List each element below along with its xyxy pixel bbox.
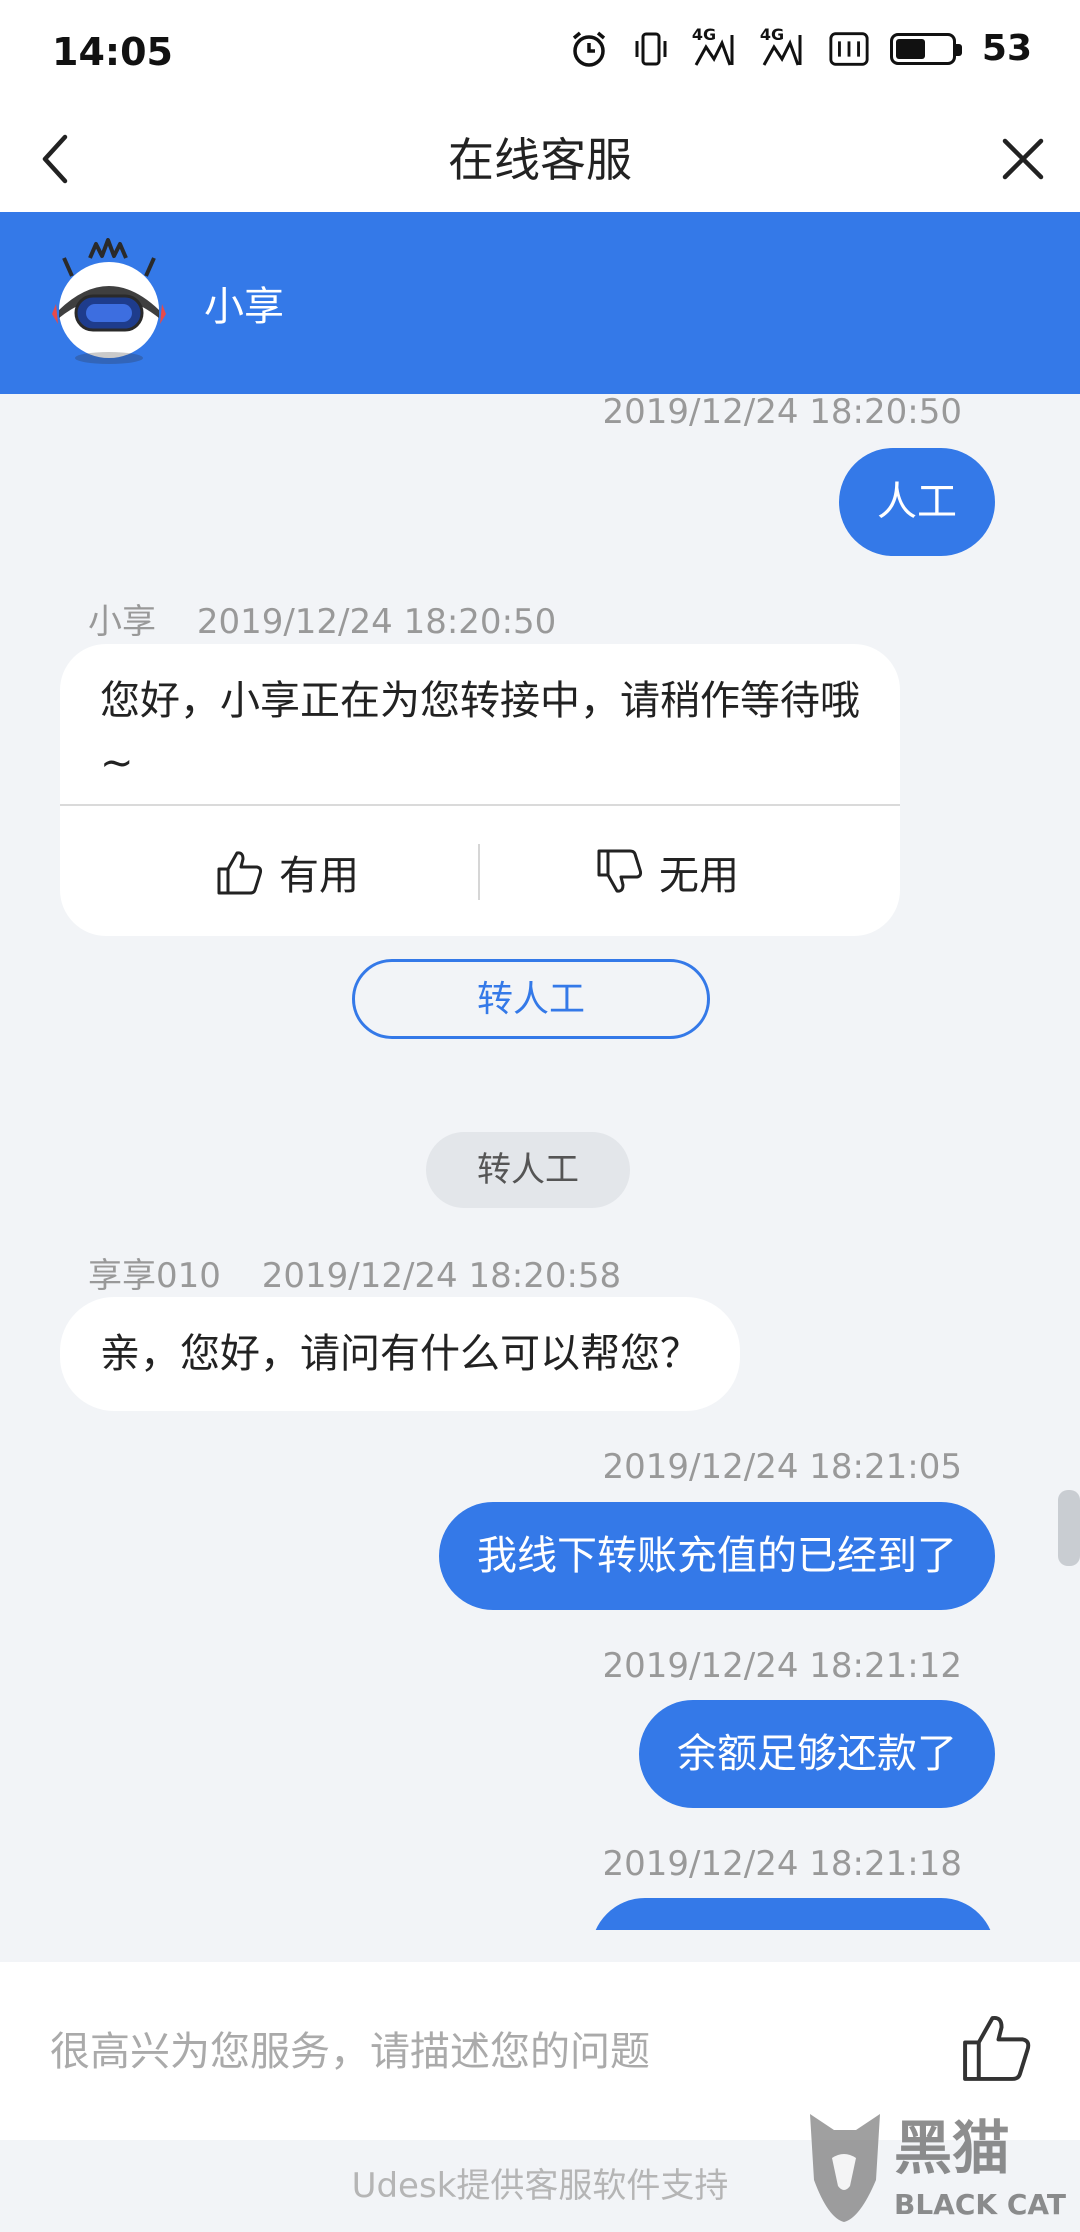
- svg-text:黑猫: 黑猫: [894, 2114, 1010, 2182]
- status-icons: 4G 4G 53: [568, 25, 1032, 69]
- bot-message-text: 您好，小享正在为您转接中，请稍作等待哦~: [100, 678, 860, 786]
- sender-name: 享享010: [88, 1256, 221, 1296]
- network-label: 4G: [691, 24, 717, 44]
- useless-label: 无用: [659, 853, 739, 899]
- user-message-bubble[interactable]: [591, 1898, 995, 1930]
- status-bar: 14:05 4G 4G 53: [0, 0, 1080, 106]
- divider: [478, 844, 480, 900]
- agent-message-bubble[interactable]: 亲，您好，请问有什么可以帮您？: [60, 1297, 740, 1411]
- network-label: 4G: [759, 24, 785, 44]
- transfer-to-human-button[interactable]: 转人工: [352, 959, 710, 1039]
- agent-header: 小享: [0, 212, 1080, 394]
- useful-button[interactable]: 有用: [215, 808, 359, 936]
- title-bar: 在线客服: [0, 106, 1080, 212]
- svg-text:BLACK CAT: BLACK CAT: [894, 2188, 1066, 2221]
- page-title: 在线客服: [448, 133, 632, 187]
- signal-icon: 4G: [760, 25, 808, 69]
- message-timestamp: 2019/12/24 18:20:50: [196, 602, 557, 642]
- message-timestamp: 2019/12/24 18:21:18: [602, 1844, 962, 1884]
- status-time: 14:05: [52, 30, 173, 74]
- message-timestamp: 2019/12/24 18:20:50: [602, 394, 962, 432]
- close-icon: [1002, 138, 1044, 180]
- message-timestamp: 2019/12/24 18:21:05: [602, 1447, 962, 1487]
- close-button[interactable]: [988, 124, 1058, 194]
- useless-button[interactable]: 无用: [595, 808, 739, 936]
- signal-icon: 4G: [692, 25, 740, 69]
- vibrate-icon: [630, 29, 672, 69]
- sender-name: 小享: [88, 602, 156, 642]
- system-notice: 转人工: [426, 1132, 630, 1208]
- message-header: 小享 2019/12/24 18:20:50: [88, 594, 556, 643]
- user-message-bubble[interactable]: 我线下转账充值的已经到了: [439, 1502, 995, 1610]
- like-button[interactable]: [952, 2002, 1042, 2092]
- message-timestamp: 2019/12/24 18:21:12: [602, 1646, 962, 1686]
- message-timestamp: 2019/12/24 18:20:58: [261, 1256, 622, 1296]
- thumbs-up-icon: [217, 851, 263, 895]
- scrollbar[interactable]: [1058, 1490, 1080, 1566]
- thumbs-down-icon: [597, 849, 643, 893]
- user-message-bubble[interactable]: 人工: [839, 448, 995, 556]
- bot-message-card: 您好，小享正在为您转接中，请稍作等待哦~ 有用 无用: [60, 644, 900, 936]
- thumbs-up-icon: [963, 2015, 1031, 2081]
- agent-name: 小享: [204, 284, 284, 330]
- battery-level: 53: [981, 28, 1032, 69]
- chat-area[interactable]: 2019/12/24 18:20:50 人工 小享 2019/12/24 18:…: [0, 394, 1080, 1930]
- data-saver-icon: [828, 29, 870, 69]
- divider: [60, 804, 900, 806]
- robot-avatar: [50, 238, 168, 366]
- black-cat-watermark: 黑猫 BLACK CAT: [804, 2102, 1072, 2226]
- battery-fill: [895, 38, 925, 59]
- message-input[interactable]: [50, 2012, 930, 2092]
- alarm-icon: [568, 29, 610, 69]
- battery-icon: [889, 32, 962, 65]
- message-header: 享享010 2019/12/24 18:20:58: [88, 1248, 621, 1297]
- user-message-bubble[interactable]: 余额足够还款了: [639, 1700, 995, 1808]
- useful-label: 有用: [279, 853, 359, 899]
